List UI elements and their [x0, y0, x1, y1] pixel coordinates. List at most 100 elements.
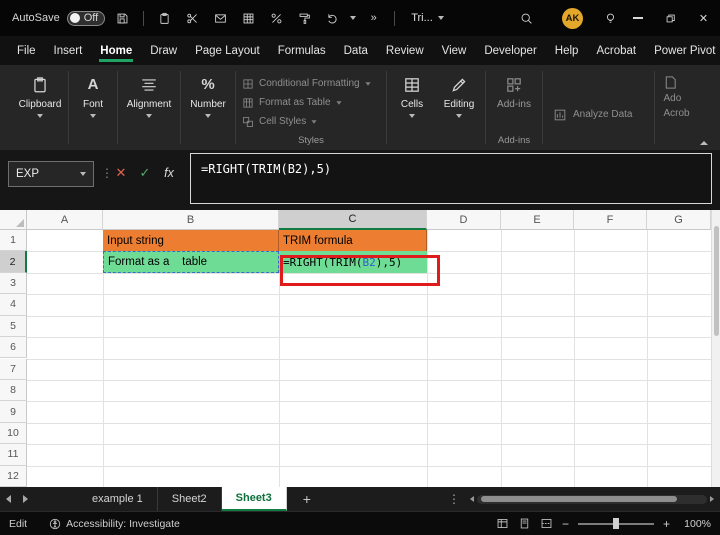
- ribbon-group-label: Alignment: [126, 99, 172, 110]
- percent-style-icon[interactable]: [266, 7, 287, 29]
- restore-button[interactable]: [654, 0, 687, 36]
- row-header-2[interactable]: 2: [0, 251, 27, 273]
- zoom-slider[interactable]: [577, 518, 654, 529]
- row-header-1[interactable]: 1: [0, 230, 27, 252]
- ribbon-tab-view[interactable]: View: [433, 38, 476, 64]
- column-header-E[interactable]: E: [501, 210, 574, 230]
- clipboard-icon[interactable]: [154, 7, 175, 29]
- ribbon-group-clipboard[interactable]: Clipboard: [14, 65, 66, 150]
- name-box[interactable]: EXP: [8, 161, 94, 187]
- scroll-left-arrow[interactable]: [470, 496, 474, 502]
- column-header-A[interactable]: A: [27, 210, 103, 230]
- ribbon-tab-draw[interactable]: Draw: [141, 38, 186, 64]
- adobe-acrobat-button[interactable]: Ado Acrob: [657, 65, 697, 150]
- ribbon-group-number[interactable]: % Number: [183, 65, 233, 150]
- scroll-right-arrow[interactable]: [710, 496, 714, 502]
- ribbon-tab-home[interactable]: Home: [91, 38, 141, 64]
- select-all-corner[interactable]: [0, 210, 27, 230]
- column-header-D[interactable]: D: [427, 210, 501, 230]
- new-sheet-button[interactable]: +: [303, 491, 311, 507]
- zoom-level[interactable]: 100%: [679, 518, 711, 530]
- cut-icon[interactable]: [182, 7, 203, 29]
- ribbon-separator: [180, 71, 181, 144]
- row-header-8[interactable]: 8: [0, 379, 27, 402]
- ribbon-group-editing[interactable]: Editing: [435, 65, 483, 150]
- column-header-C[interactable]: C: [279, 210, 427, 230]
- workbook-title-menu[interactable]: Tri...: [411, 12, 444, 24]
- row-header-7[interactable]: 7: [0, 358, 27, 380]
- styles-item-label: Format as Table: [259, 97, 331, 108]
- row-header-12[interactable]: 12: [0, 465, 27, 487]
- row-header-11[interactable]: 11: [0, 444, 27, 466]
- sheet-tab-sheet3[interactable]: Sheet3: [221, 487, 287, 511]
- column-header-G[interactable]: G: [647, 210, 711, 230]
- conditional-formatting-button[interactable]: Conditional Formatting: [242, 74, 384, 93]
- ribbon-tab-file[interactable]: File: [8, 38, 45, 64]
- horizontal-scrollbar[interactable]: [470, 494, 714, 504]
- sheet-tab-example-1[interactable]: example 1: [78, 487, 158, 511]
- cell-B2[interactable]: Format as a table: [103, 251, 279, 273]
- format-painter-icon[interactable]: [294, 7, 315, 29]
- search-icon[interactable]: [516, 7, 537, 29]
- row-header-6[interactable]: 6: [0, 337, 27, 359]
- ribbon-tab-acrobat[interactable]: Acrobat: [587, 38, 645, 64]
- cell-C1[interactable]: TRIM formula: [279, 230, 427, 252]
- addins-button[interactable]: Add-ins: [488, 65, 540, 110]
- column-header-F[interactable]: F: [574, 210, 647, 230]
- accessibility-status[interactable]: Accessibility: Investigate: [49, 518, 180, 530]
- collapse-ribbon-button[interactable]: [700, 141, 708, 145]
- column-header-B[interactable]: B: [103, 210, 279, 230]
- ribbon-group-font[interactable]: A Font: [71, 65, 115, 150]
- row-header-5[interactable]: 5: [0, 315, 27, 338]
- cell-styles-button[interactable]: Cell Styles: [242, 112, 384, 131]
- chevron-down-icon[interactable]: [350, 16, 357, 20]
- cancel-button[interactable]: ✕: [111, 164, 131, 182]
- horizontal-scrollbar-thumb[interactable]: [481, 496, 677, 502]
- zoom-out-button[interactable]: −: [562, 517, 569, 531]
- cell-B1[interactable]: Input string: [103, 230, 279, 252]
- ribbon-tab-review[interactable]: Review: [377, 38, 433, 64]
- horizontal-scrollbar-track[interactable]: [477, 494, 707, 504]
- autosave-toggle[interactable]: Off: [66, 10, 106, 26]
- zoom-slider-knob[interactable]: [612, 518, 619, 529]
- more-quick-commands-icon[interactable]: »: [363, 7, 384, 29]
- previous-sheet-button[interactable]: [6, 495, 11, 503]
- close-button[interactable]: ✕: [687, 0, 720, 36]
- ribbon-tab-developer[interactable]: Developer: [475, 38, 545, 64]
- mail-icon[interactable]: [210, 7, 231, 29]
- ribbon-group-cells[interactable]: Cells: [389, 65, 435, 150]
- vertical-scrollbar[interactable]: [711, 210, 720, 487]
- sheet-options-icon[interactable]: ⋮: [448, 492, 460, 506]
- normal-view-button[interactable]: [496, 517, 509, 530]
- page-layout-view-button[interactable]: [518, 517, 531, 530]
- ribbon-tab-bar: File Insert Home Draw Page Layout Formulas Dat…: [0, 36, 720, 65]
- ribbon-tab-help[interactable]: Help: [546, 38, 588, 64]
- row-header-9[interactable]: 9: [0, 401, 27, 423]
- zoom-in-button[interactable]: +: [663, 517, 670, 531]
- sheet-tab-sheet2[interactable]: Sheet2: [158, 487, 222, 511]
- vertical-scrollbar-thumb[interactable]: [713, 226, 719, 336]
- ribbon-tab-data[interactable]: Data: [335, 38, 377, 64]
- table-icon[interactable]: [238, 7, 259, 29]
- analyze-data-button[interactable]: Analyze Data: [545, 65, 640, 150]
- lightbulb-icon[interactable]: [600, 7, 621, 29]
- row-header-10[interactable]: 10: [0, 422, 27, 445]
- minimize-button[interactable]: [621, 0, 654, 36]
- formula-input[interactable]: =RIGHT(TRIM(B2),5): [190, 153, 712, 204]
- ribbon-tab-page-layout[interactable]: Page Layout: [186, 38, 269, 64]
- next-sheet-button[interactable]: [23, 495, 28, 503]
- ribbon-tab-formulas[interactable]: Formulas: [269, 38, 335, 64]
- ribbon-group-alignment[interactable]: Alignment: [120, 65, 178, 150]
- row-header-3[interactable]: 3: [0, 272, 27, 295]
- avatar[interactable]: AK: [562, 7, 583, 29]
- ribbon-tab-insert[interactable]: Insert: [45, 38, 92, 64]
- format-as-table-button[interactable]: Format as Table: [242, 93, 384, 112]
- page-break-preview-button[interactable]: [540, 517, 553, 530]
- save-icon[interactable]: [112, 7, 133, 29]
- alignment-icon: [140, 75, 158, 95]
- row-header-4[interactable]: 4: [0, 294, 27, 316]
- enter-button[interactable]: ✓: [135, 164, 155, 182]
- undo-icon[interactable]: [322, 7, 343, 29]
- ribbon-tab-power-pivot[interactable]: Power Pivot: [645, 38, 720, 64]
- insert-function-button[interactable]: fx: [159, 164, 179, 182]
